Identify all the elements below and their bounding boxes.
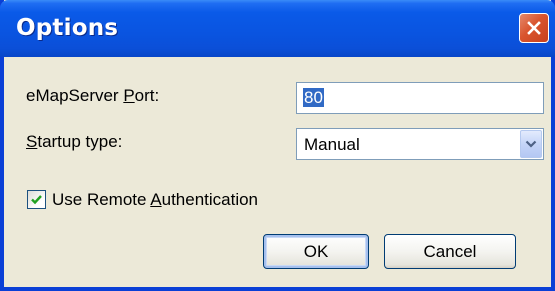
port-value: 80: [303, 88, 324, 107]
checkmark-icon: [31, 195, 42, 205]
title-bar[interactable]: Options: [0, 0, 555, 57]
remote-auth-accesskey: A: [150, 190, 162, 209]
port-label-accesskey: P: [123, 86, 135, 105]
options-dialog: Options eMapServer Port: 80 Startup type…: [0, 0, 555, 291]
dropdown-button[interactable]: [520, 130, 542, 158]
remote-auth-text-end: uthentication: [161, 190, 259, 209]
startup-type-label: Startup type:: [26, 132, 122, 152]
dialog-title: Options: [16, 15, 119, 41]
port-input[interactable]: 80: [296, 82, 544, 114]
startup-label-accesskey: S: [26, 132, 38, 151]
chevron-down-icon: [525, 140, 537, 148]
port-label-text: eMapServer: [26, 86, 124, 105]
remote-auth-label[interactable]: Use Remote Authentication: [52, 190, 258, 210]
startup-type-select[interactable]: Manual: [296, 128, 544, 160]
remote-auth-text: Use Remote: [52, 190, 151, 209]
port-label: eMapServer Port:: [26, 86, 159, 106]
close-button[interactable]: [519, 13, 549, 43]
ok-button[interactable]: OK: [263, 234, 369, 269]
startup-label-text: tartup type:: [37, 132, 123, 151]
remote-auth-checkbox[interactable]: [27, 190, 46, 209]
startup-type-value: Manual: [304, 135, 360, 154]
close-icon: [527, 21, 541, 35]
port-label-text-end: ort:: [134, 86, 160, 105]
cancel-button[interactable]: Cancel: [384, 234, 516, 269]
